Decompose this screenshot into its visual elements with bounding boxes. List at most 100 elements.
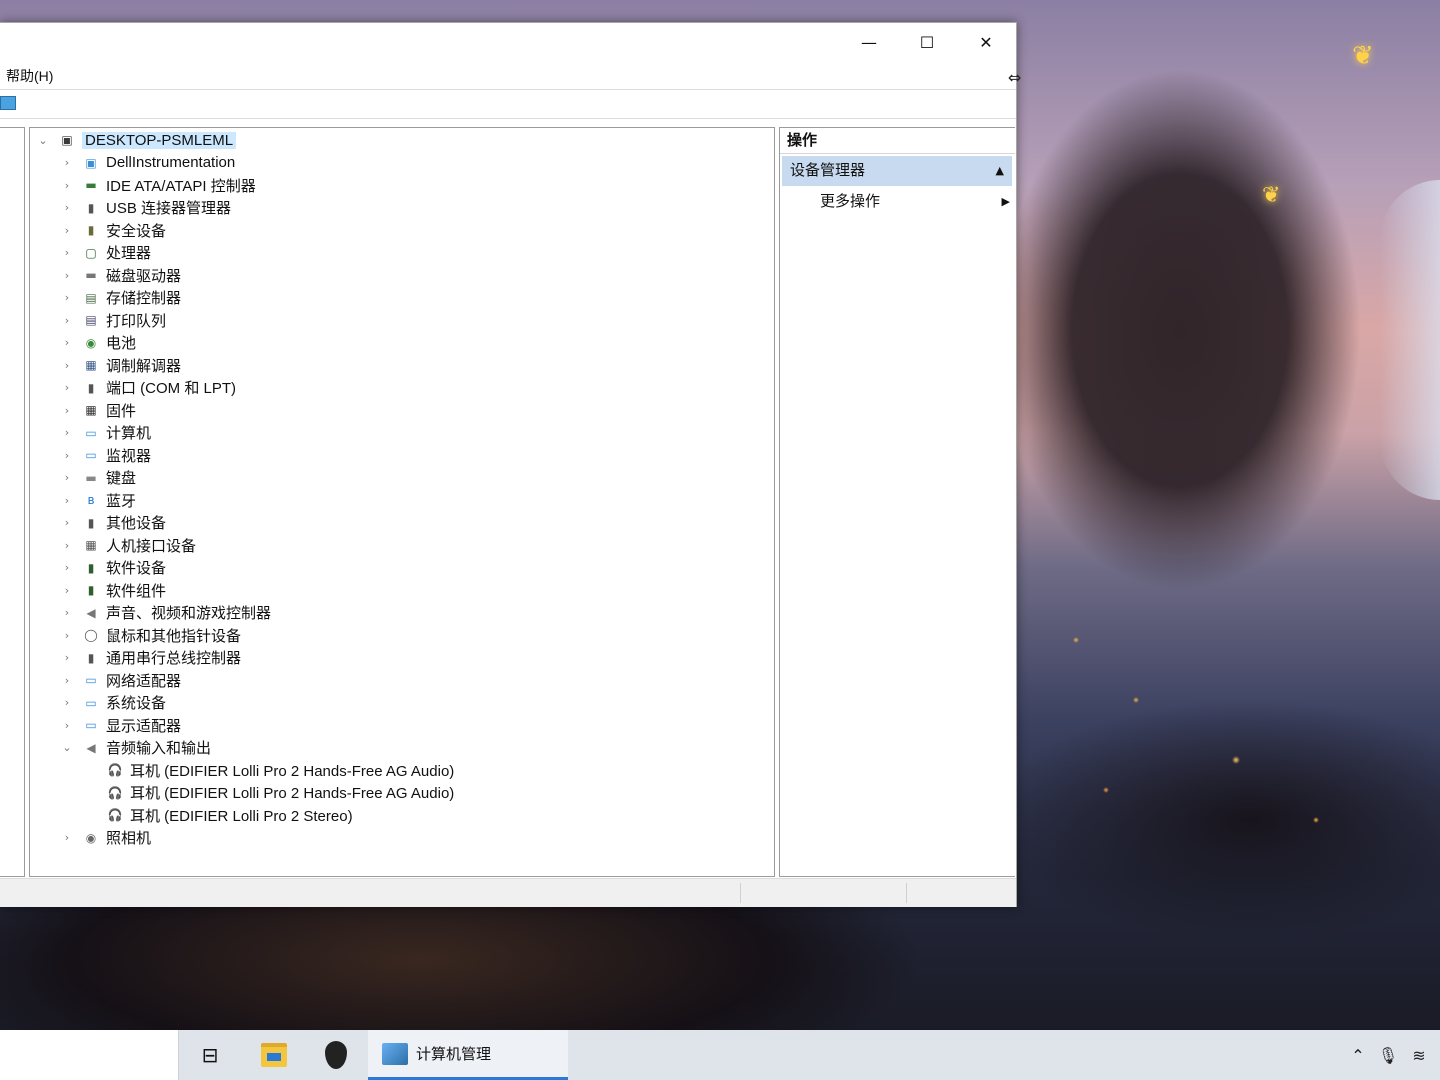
tree-device[interactable]: 🎧 耳机 (EDIFIER Lolli Pro 2 Hands-Free AG A… — [84, 759, 455, 781]
wifi-icon[interactable]: ≋ — [1404, 1030, 1434, 1080]
expand-chevron-icon[interactable]: › — [60, 449, 74, 462]
tree-category[interactable]: › ▤ 存储控制器 — [60, 287, 181, 309]
tree-device[interactable]: 🎧 耳机 (EDIFIER Lolli Pro 2 Stereo) — [84, 804, 353, 826]
expand-chevron-icon[interactable]: › — [60, 336, 74, 349]
actions-section-device-manager[interactable]: 设备管理器 ▲ — [782, 156, 1012, 186]
port-icon: ▮ — [87, 380, 95, 395]
tree-category-camera[interactable]: › ◉ 照相机 — [60, 827, 151, 849]
device-tree[interactable]: ⌄ ▣ DESKTOP-PSMLEML › ▣ DellInstrumentation › ▬… — [29, 127, 775, 877]
maximize-button[interactable]: ☐ — [898, 23, 956, 61]
folder-icon — [261, 1043, 287, 1067]
expand-chevron-icon[interactable]: › — [60, 494, 74, 507]
expand-chevron-icon[interactable]: › — [60, 381, 74, 394]
computer-icon: ▭ — [85, 425, 97, 440]
expand-chevron-icon[interactable]: › — [60, 359, 74, 372]
tree-category[interactable]: › ▮ 通用串行总线控制器 — [60, 647, 241, 669]
taskbar-app-computer-management[interactable]: 计算机管理 — [368, 1030, 568, 1080]
expand-chevron-icon[interactable]: › — [60, 179, 74, 192]
tree-device[interactable]: 🎧 耳机 (EDIFIER Lolli Pro 2 Hands-Free AG A… — [84, 782, 455, 804]
expand-chevron-icon[interactable]: › — [60, 584, 74, 597]
expand-chevron-icon[interactable]: › — [60, 629, 74, 642]
tree-category[interactable]: › ▭ 显示适配器 — [60, 714, 181, 736]
close-button[interactable]: ✕ — [957, 23, 1015, 61]
software-component-icon: ▮ — [87, 583, 95, 597]
expand-chevron-icon[interactable]: › — [60, 426, 74, 439]
tree-category[interactable]: › ◉ 电池 — [60, 332, 136, 354]
tree-category-audio[interactable]: ⌄ ◀ 音频输入和输出 — [60, 737, 211, 759]
expand-chevron-icon[interactable]: › — [60, 201, 74, 214]
computer-toolbar-icon[interactable] — [0, 96, 16, 110]
resize-cursor-icon: ⇔ — [1008, 68, 1022, 87]
collapse-chevron-icon[interactable]: ⌄ — [36, 134, 50, 147]
tree-category[interactable]: › ▮ 软件组件 — [60, 579, 166, 601]
show-hidden-icons-chevron-icon[interactable]: ⌃ — [1344, 1030, 1372, 1080]
tree-category[interactable]: › ʙ 蓝牙 — [60, 489, 136, 511]
tree-category[interactable]: › ▣ DellInstrumentation — [60, 152, 235, 174]
tree-category[interactable]: › ◀ 声音、视频和游戏控制器 — [60, 602, 271, 624]
alienware-button[interactable] — [312, 1030, 360, 1080]
tree-device-label: 耳机 (EDIFIER Lolli Pro 2 Hands-Free AG Au… — [130, 762, 455, 780]
expand-chevron-icon[interactable]: › — [60, 539, 74, 552]
expand-chevron-icon[interactable]: › — [60, 471, 74, 484]
tree-category[interactable]: › ▦ 人机接口设备 — [60, 534, 196, 556]
console-tree-pane[interactable] — [0, 127, 25, 877]
expand-chevron-icon[interactable]: › — [60, 269, 74, 282]
tree-category[interactable]: › ▮ 其他设备 — [60, 512, 166, 534]
expand-chevron-icon[interactable]: › — [60, 831, 74, 844]
tree-category[interactable]: › ▬ 键盘 — [60, 467, 136, 489]
minimize-button[interactable]: — — [840, 23, 898, 61]
menu-help[interactable]: 帮助(H) — [6, 66, 53, 86]
tree-root[interactable]: ⌄ ▣ DESKTOP-PSMLEML — [36, 129, 237, 151]
tree-device-label: 耳机 (EDIFIER Lolli Pro 2 Stereo) — [130, 807, 353, 825]
tree-category-label: 系统设备 — [106, 695, 167, 712]
more-actions-label: 更多操作 — [820, 193, 881, 210]
file-explorer-button[interactable] — [250, 1030, 298, 1080]
collapse-up-icon[interactable]: ▲ — [996, 156, 1004, 186]
tree-category-label: USB 连接器管理器 — [106, 200, 232, 217]
tree-category[interactable]: › ▮ USB 连接器管理器 — [60, 197, 231, 219]
microphone-icon[interactable]: 🎙 — [1374, 1030, 1402, 1080]
tree-category[interactable]: › ▤ 打印队列 — [60, 309, 166, 331]
print-queue-icon: ▤ — [85, 313, 97, 327]
tree-category[interactable]: › ▬ IDE ATA/ATAPI 控制器 — [60, 174, 256, 196]
tree-category[interactable]: › ▮ 软件设备 — [60, 557, 166, 579]
taskbar-app-label: 计算机管理 — [416, 1046, 492, 1063]
tree-category[interactable]: › ▭ 网络适配器 — [60, 669, 181, 691]
expand-chevron-icon[interactable]: › — [60, 561, 74, 574]
expand-chevron-icon[interactable]: › — [60, 719, 74, 732]
taskbar-search-box[interactable] — [0, 1030, 179, 1080]
expand-chevron-icon[interactable]: › — [60, 696, 74, 709]
tree-category[interactable]: › ▬ 磁盘驱动器 — [60, 264, 181, 286]
collapse-chevron-icon[interactable]: ⌄ — [60, 741, 74, 754]
expand-chevron-icon[interactable]: › — [60, 606, 74, 619]
tree-category[interactable]: › ▢ 处理器 — [60, 242, 151, 264]
expand-chevron-icon[interactable]: › — [60, 516, 74, 529]
tree-category-label: 鼠标和其他指针设备 — [106, 627, 242, 645]
expand-chevron-icon[interactable]: › — [60, 404, 74, 417]
tree-category-label: 处理器 — [106, 245, 152, 262]
expand-chevron-icon[interactable]: › — [60, 246, 74, 259]
expand-chevron-icon[interactable]: › — [60, 314, 74, 327]
tree-category[interactable]: › ▭ 计算机 — [60, 422, 151, 444]
tree-category[interactable]: › ◯ 鼠标和其他指针设备 — [60, 624, 241, 646]
mouse-icon: ◯ — [84, 628, 98, 642]
tree-category[interactable]: › ▦ 固件 — [60, 399, 136, 421]
tree-category[interactable]: › ▭ 系统设备 — [60, 692, 166, 714]
tree-category-label: 声音、视频和游戏控制器 — [106, 605, 272, 622]
tree-category[interactable]: › ▮ 端口 (COM 和 LPT) — [60, 377, 236, 399]
more-actions-item[interactable]: 更多操作 ▶ — [820, 188, 1010, 216]
title-bar[interactable]: — ☐ ✕ — [0, 23, 1016, 63]
expand-chevron-icon[interactable]: › — [60, 291, 74, 304]
tree-category[interactable]: › ▮ 安全设备 — [60, 219, 166, 241]
tree-category-label: 软件设备 — [106, 560, 167, 577]
expand-chevron-icon[interactable]: › — [60, 156, 74, 169]
computer-management-icon — [382, 1042, 408, 1065]
expand-chevron-icon[interactable]: › — [60, 224, 74, 237]
task-view-icon[interactable]: ⊟ — [186, 1030, 234, 1080]
wallpaper-butterfly-icon: ❦ — [1352, 40, 1374, 70]
expand-chevron-icon[interactable]: › — [60, 674, 74, 687]
tree-category-label: 安全设备 — [106, 222, 167, 240]
expand-chevron-icon[interactable]: › — [60, 651, 74, 664]
tree-category[interactable]: › ▭ 监视器 — [60, 444, 151, 466]
tree-category[interactable]: › ▦ 调制解调器 — [60, 354, 181, 376]
